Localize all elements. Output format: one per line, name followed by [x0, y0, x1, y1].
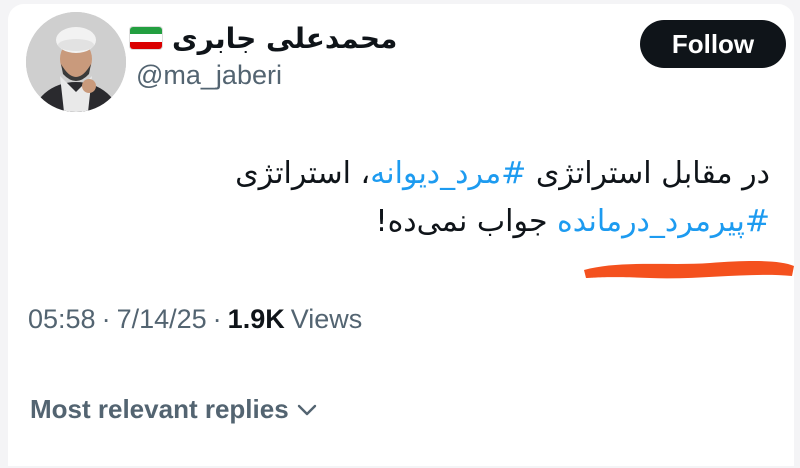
hashtag-link[interactable]: #مرد_دیوانه [370, 156, 526, 191]
highlight-underline [584, 261, 794, 279]
tweet-time[interactable]: 05:58 [28, 304, 96, 335]
replies-sort-toggle[interactable]: Most relevant replies [30, 394, 319, 425]
tweet-line-1: در مقابل استراتژی #مرد_دیوانه، استراتژی [70, 150, 770, 198]
avatar[interactable] [26, 12, 126, 112]
author-handle[interactable]: @ma_jaberi [136, 60, 282, 91]
meta-separator: · [101, 304, 111, 334]
tweet-text-segment: در مقابل استراتژی [526, 156, 770, 191]
chevron-down-icon [297, 404, 316, 415]
tweet-text: در مقابل استراتژی #مرد_دیوانه، استراتژی … [70, 150, 770, 246]
hashtag-link[interactable]: #پیرمرد_درمانده [557, 204, 770, 239]
tweet-line-2: #پیرمرد_درمانده جواب نمی‌ده! [70, 198, 770, 246]
author-display-name[interactable]: محمدعلی جابری [172, 22, 397, 55]
follow-button[interactable]: Follow [640, 20, 786, 68]
views-count: 1.9K [227, 304, 285, 334]
tweet-card: محمدعلی جابری @ma_jaberi Follow در مقابل… [8, 4, 794, 466]
tweet-date[interactable]: 7/14/25 [117, 304, 207, 335]
replies-sort-label: Most relevant replies [30, 394, 289, 424]
tweet-text-segment: ، استراتژی [235, 156, 371, 191]
tweet-meta: 05:58 · 7/14/25 · 1.9K Views [28, 304, 362, 335]
author-name-row: محمدعلی جابری [130, 18, 397, 58]
meta-separator: · [212, 304, 222, 334]
views-label: Views [290, 304, 363, 334]
iran-flag-icon [130, 27, 162, 49]
tweet-text-segment: جواب نمی‌ده! [375, 204, 558, 239]
avatar-photo [26, 12, 126, 112]
